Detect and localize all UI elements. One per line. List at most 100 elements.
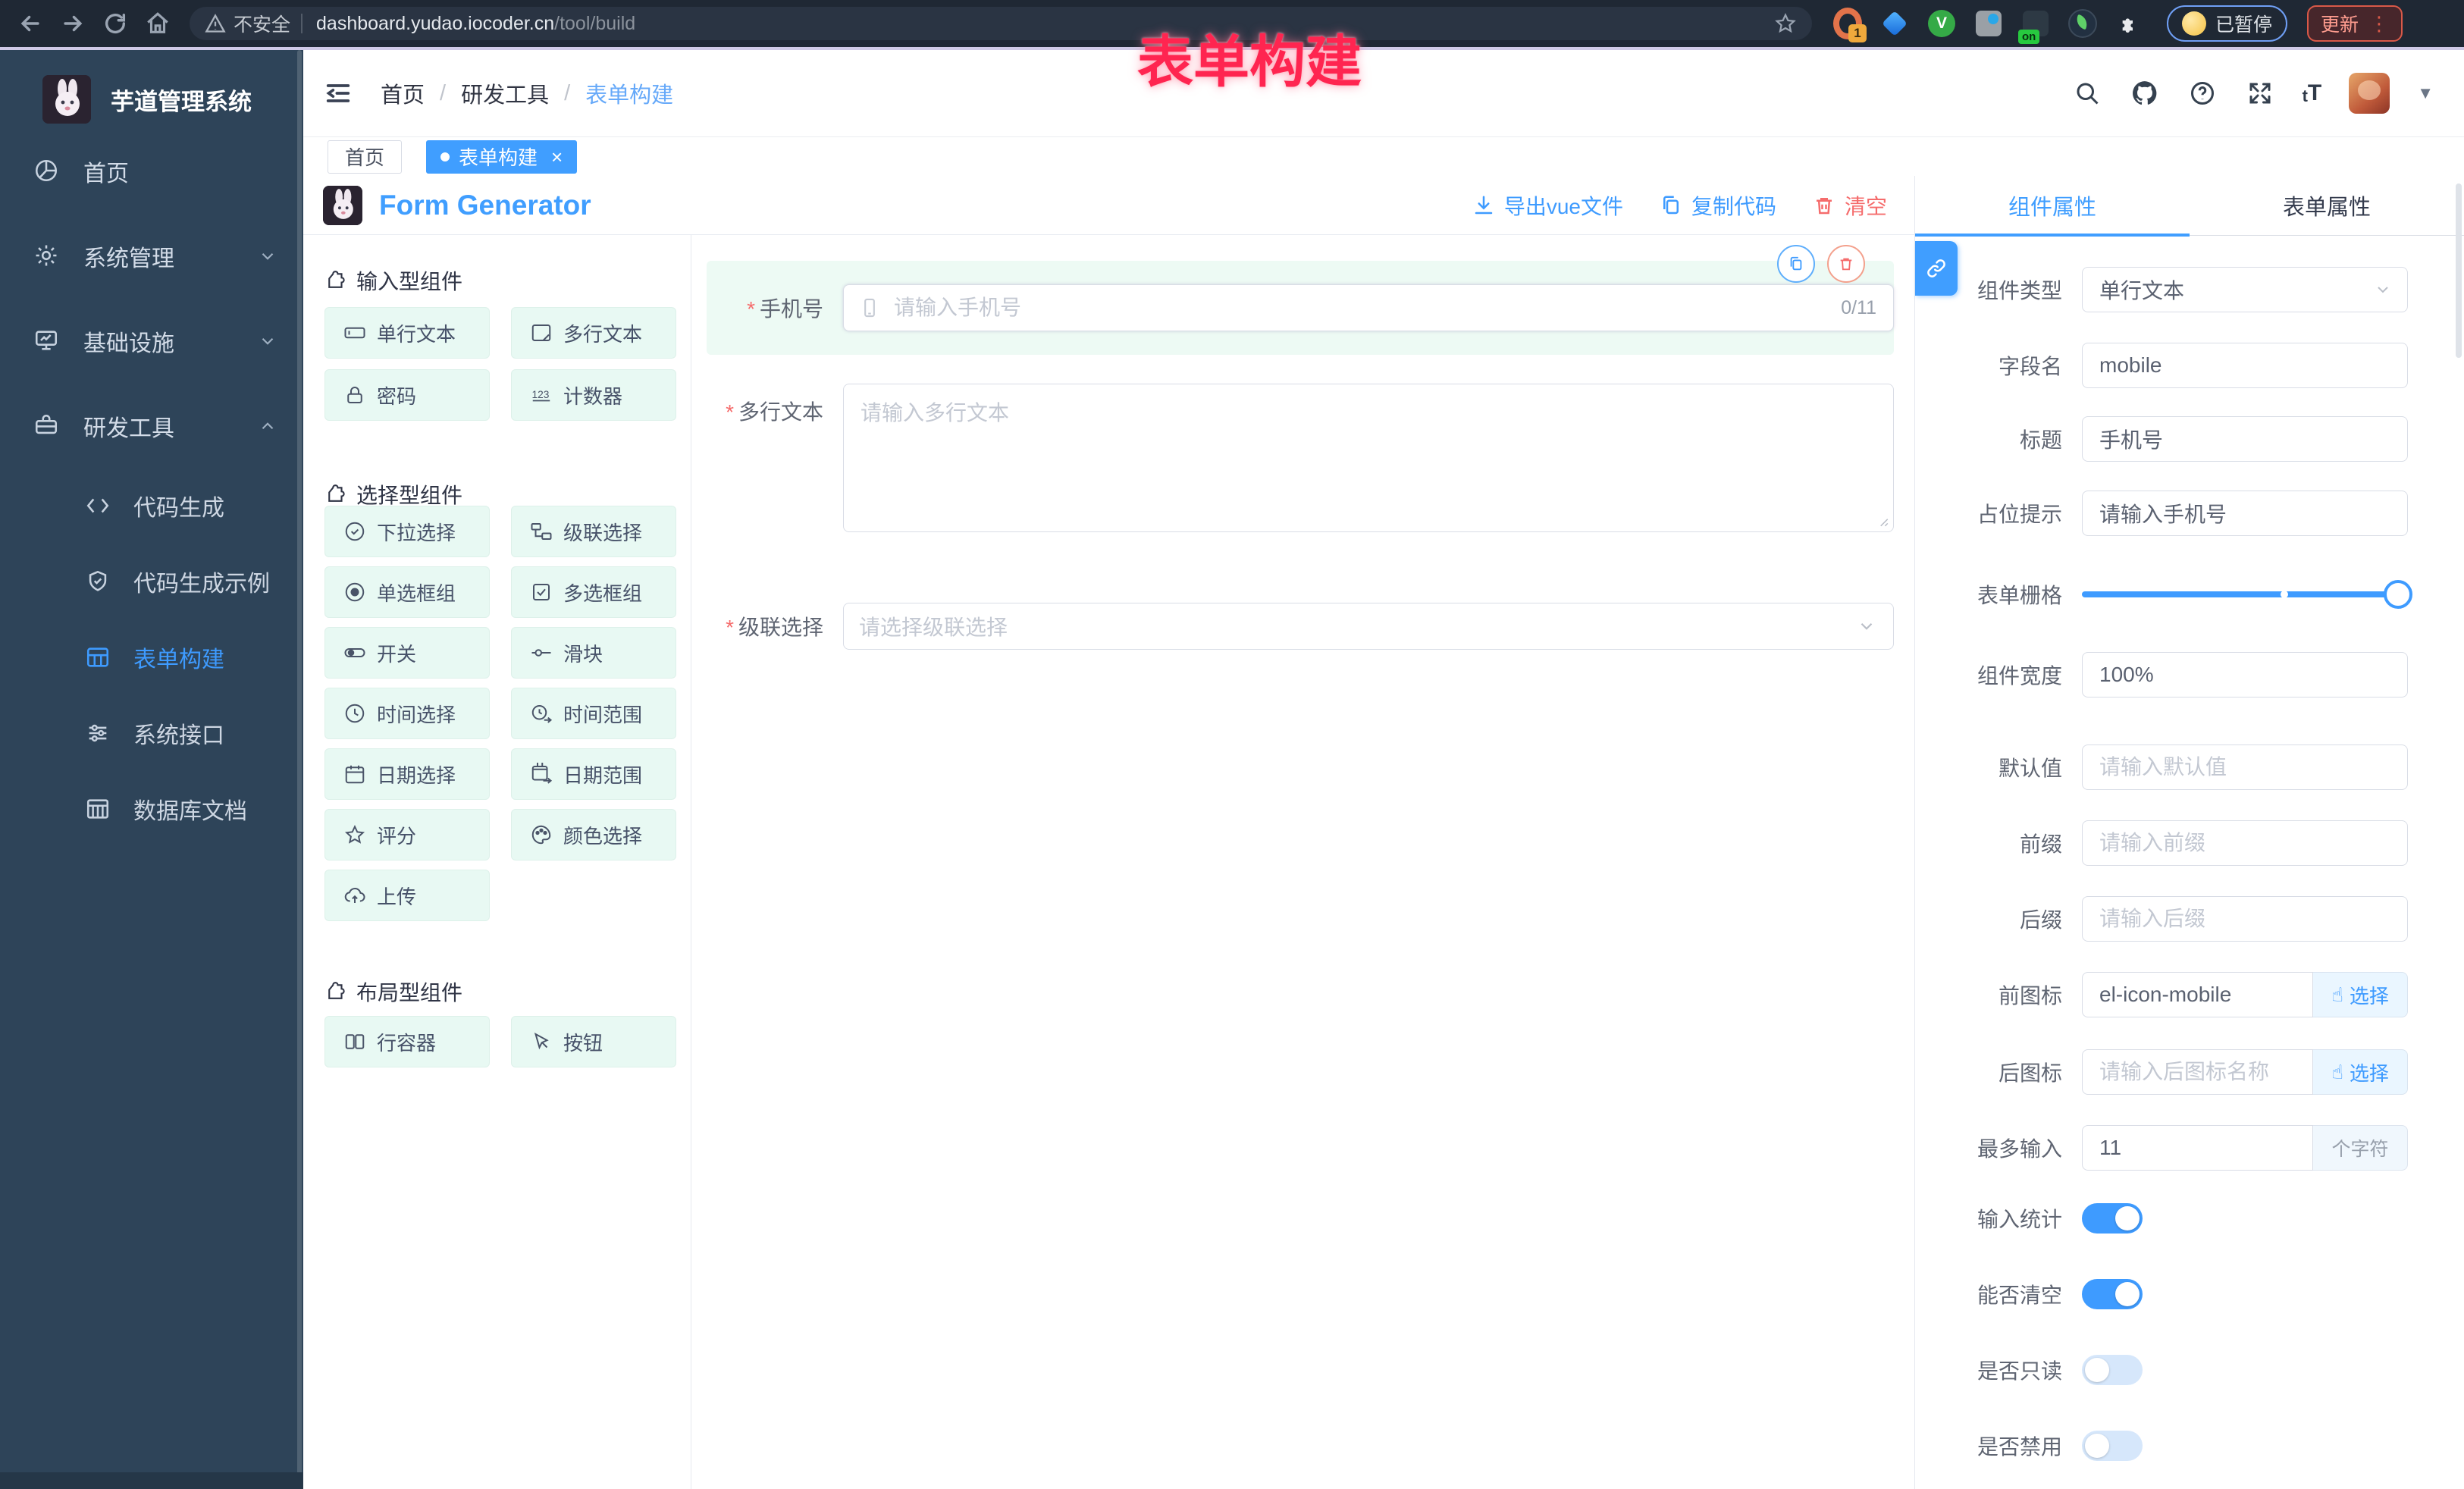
tag-home[interactable]: 首页: [328, 140, 402, 174]
sidebar-item-home[interactable]: 首页: [0, 133, 303, 209]
slider-track[interactable]: [2082, 591, 2408, 597]
canvas-field-mobile[interactable]: 手机号 0/11: [707, 261, 1894, 355]
back-icon-pick-button[interactable]: ☝ 选择: [2313, 1049, 2408, 1095]
lock-icon: [343, 384, 366, 406]
app-title: 芋道管理系统: [111, 83, 252, 117]
readonly-toggle[interactable]: [2082, 1355, 2143, 1385]
component-time-range[interactable]: 时间范围: [511, 688, 676, 739]
textarea-icon: [530, 321, 553, 344]
github-icon[interactable]: [2130, 78, 2160, 108]
close-tag-icon[interactable]: ×: [551, 147, 563, 167]
profile-paused-chip[interactable]: 已暂停: [2167, 5, 2287, 42]
sidebar-item-db-doc[interactable]: 数据库文档: [0, 772, 303, 846]
sidebar-item-devtools[interactable]: 研发工具: [0, 388, 303, 464]
component-checkbox-group[interactable]: 多选框组: [511, 566, 676, 618]
suffix-input[interactable]: [2082, 896, 2408, 942]
component-counter[interactable]: 123 计数器: [511, 369, 676, 421]
slider-handle[interactable]: [2384, 580, 2412, 609]
bookmark-star-icon[interactable]: [1774, 12, 1797, 35]
row-front-icon: 前图标 ☝ 选择: [1915, 972, 2464, 1017]
breadcrumb-devtools[interactable]: 研发工具: [461, 77, 549, 109]
user-avatar[interactable]: [2349, 73, 2390, 114]
front-icon-pick-button[interactable]: ☝ 选择: [2313, 972, 2408, 1017]
component-upload[interactable]: 上传: [324, 870, 490, 921]
component-switch[interactable]: 开关: [324, 627, 490, 679]
collapse-menu-icon[interactable]: [323, 78, 353, 108]
placeholder-input[interactable]: [2082, 491, 2408, 536]
back-icon-input[interactable]: [2082, 1049, 2313, 1095]
component-row-container[interactable]: 行容器: [324, 1016, 490, 1067]
component-select[interactable]: 下拉选择: [324, 506, 490, 557]
canvas-field-cascader[interactable]: 级联选择 请选择级联选择: [707, 591, 1894, 661]
search-icon[interactable]: [2072, 78, 2102, 108]
component-password[interactable]: 密码: [324, 369, 490, 421]
update-button[interactable]: 更新 ⋮: [2307, 5, 2403, 42]
avatar-caret-icon[interactable]: ▼: [2417, 83, 2434, 103]
tab-component-props[interactable]: 组件属性: [1915, 176, 2190, 235]
sidebar-item-system[interactable]: 系统管理: [0, 218, 303, 294]
default-value-input[interactable]: [2082, 744, 2408, 790]
home-icon[interactable]: [136, 5, 179, 42]
cascader-select[interactable]: 请选择级联选择: [843, 603, 1894, 650]
active-tab-underline: [1915, 234, 2190, 237]
font-size-icon[interactable]: tT: [2303, 82, 2322, 105]
export-vue-button[interactable]: 导出vue文件: [1472, 190, 1623, 221]
max-input-input[interactable]: [2082, 1125, 2313, 1171]
component-rate[interactable]: 评分: [324, 809, 490, 860]
field-name-input[interactable]: [2082, 343, 2408, 388]
extension-v-icon[interactable]: V: [1927, 9, 1956, 38]
clear-button[interactable]: 清空: [1813, 190, 1887, 221]
kebab-menu-icon[interactable]: ⋮: [2369, 14, 2389, 33]
extension-split-icon[interactable]: [1974, 9, 2003, 38]
reload-icon[interactable]: [94, 5, 136, 42]
mobile-input[interactable]: [880, 296, 1841, 320]
component-multiline-text[interactable]: 多行文本: [511, 307, 676, 359]
component-width-input[interactable]: [2082, 652, 2408, 697]
form-generator-title[interactable]: Form Generator: [379, 190, 591, 221]
clearable-toggle[interactable]: [2082, 1279, 2143, 1309]
sidebar-item-codegen-demo[interactable]: 代码生成示例: [0, 544, 303, 619]
form-grid-slider[interactable]: [2082, 572, 2408, 617]
component-single-line-text[interactable]: 单行文本: [324, 307, 490, 359]
sidebar-item-codegen[interactable]: 代码生成: [0, 469, 303, 543]
address-bar[interactable]: 不安全 dashboard.yudao.iocoder.cn/tool/buil…: [190, 7, 1812, 40]
front-icon-input[interactable]: [2082, 972, 2313, 1017]
tab-form-props[interactable]: 表单属性: [2190, 176, 2464, 235]
title-input[interactable]: [2082, 416, 2408, 462]
duplicate-component-button[interactable]: [1777, 245, 1815, 283]
extension-leaf-icon[interactable]: [2068, 9, 2097, 38]
extension-on-icon[interactable]: on: [2021, 9, 2050, 38]
back-icon[interactable]: [9, 5, 52, 42]
delete-component-button[interactable]: [1827, 245, 1865, 283]
component-date-picker[interactable]: 日期选择: [324, 748, 490, 800]
component-cascader[interactable]: 级联选择: [511, 506, 676, 557]
component-slider[interactable]: 滑块: [511, 627, 676, 679]
component-radio-group[interactable]: 单选框组: [324, 566, 490, 618]
component-type-select[interactable]: 单行文本: [2082, 267, 2408, 312]
component-date-range[interactable]: 日期范围: [511, 748, 676, 800]
copy-code-button[interactable]: 复制代码: [1660, 190, 1776, 221]
fullscreen-icon[interactable]: [2245, 78, 2275, 108]
canvas-field-textarea[interactable]: 多行文本: [707, 384, 1894, 532]
sidebar-item-form-builder[interactable]: 表单构建: [0, 620, 303, 694]
form-generator-logo[interactable]: [323, 186, 362, 225]
prefix-input[interactable]: [2082, 820, 2408, 866]
extension-blocker-icon[interactable]: 1: [1833, 9, 1862, 38]
component-button[interactable]: 按钮: [511, 1016, 676, 1067]
extensions-puzzle-icon[interactable]: [2115, 9, 2144, 38]
breadcrumb-home[interactable]: 首页: [381, 77, 425, 109]
input-stats-toggle[interactable]: [2082, 1203, 2143, 1234]
sidebar-item-infra[interactable]: 基础设施: [0, 303, 303, 379]
resize-handle[interactable]: [1876, 514, 1889, 528]
multiline-textarea[interactable]: [844, 384, 1893, 531]
sidebar-item-api[interactable]: 系统接口: [0, 696, 303, 770]
component-color-picker[interactable]: 颜色选择: [511, 809, 676, 860]
sidebar-scrollbar[interactable]: [297, 50, 302, 1489]
forward-icon[interactable]: [52, 5, 94, 42]
row-component-type: 组件类型 单行文本: [1915, 267, 2464, 312]
disabled-toggle[interactable]: [2082, 1431, 2143, 1461]
component-time-picker[interactable]: 时间选择: [324, 688, 490, 739]
tag-form-builder[interactable]: 表单构建 ×: [426, 140, 577, 174]
help-icon[interactable]: [2187, 78, 2218, 108]
extension-gem-icon[interactable]: [1880, 9, 1909, 38]
